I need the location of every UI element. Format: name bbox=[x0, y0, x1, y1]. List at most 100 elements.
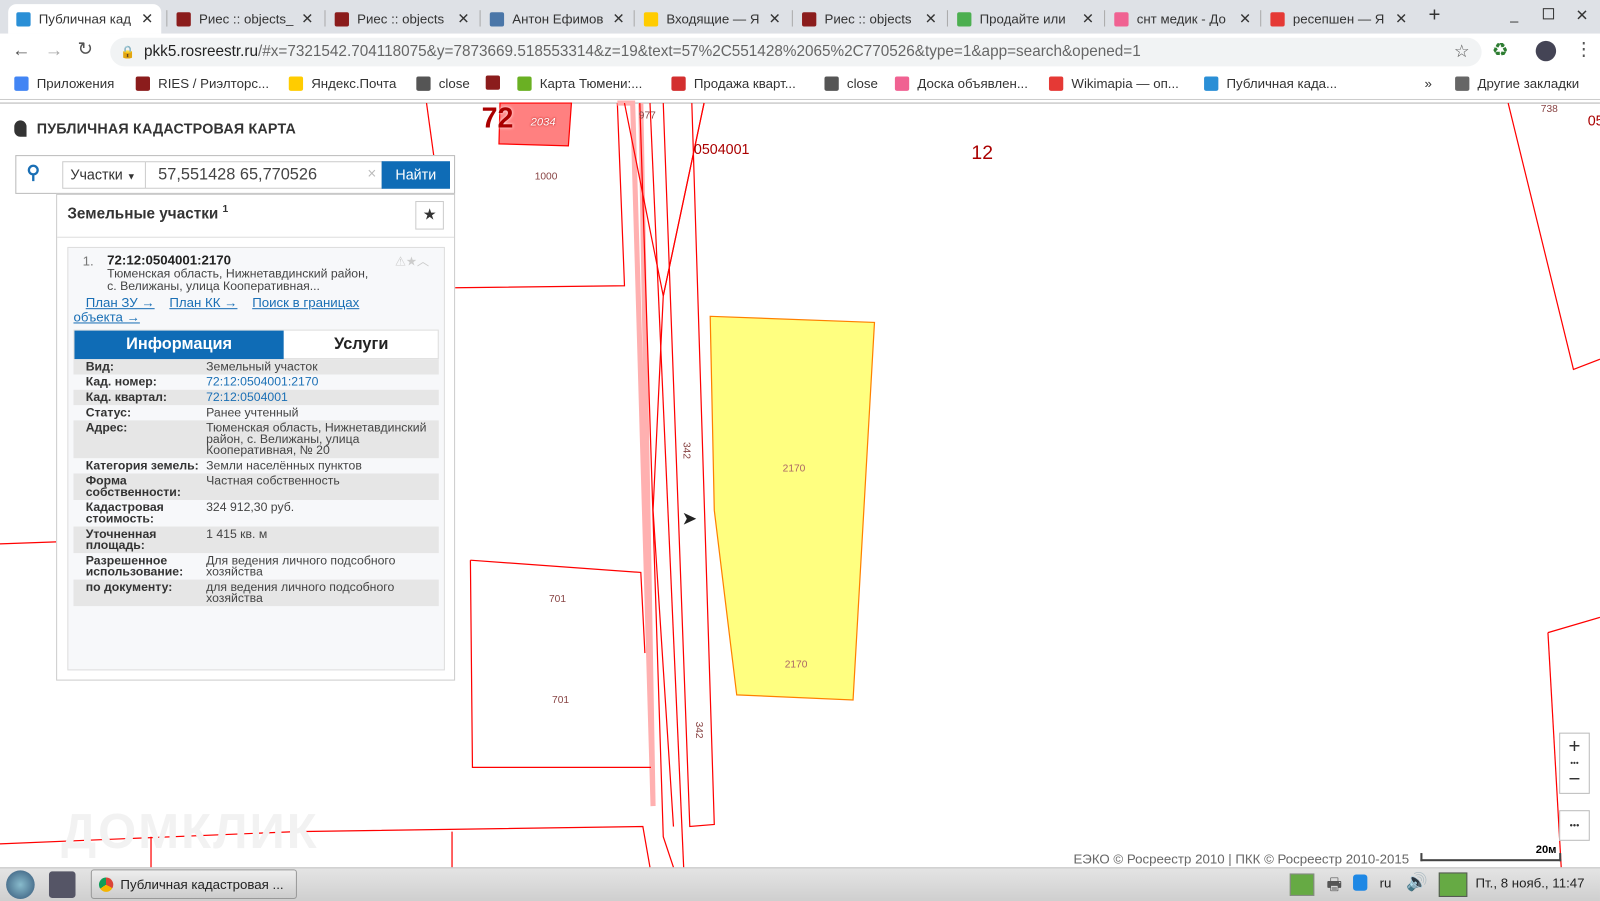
star-icon[interactable]: ★ bbox=[406, 254, 417, 268]
info-row: Категория земель: Земли населённых пункто… bbox=[73, 458, 438, 473]
bookmark-favicon-icon bbox=[1048, 76, 1064, 91]
info-value[interactable]: 72:12:0504001 bbox=[206, 391, 439, 403]
bookmark-star-icon[interactable]: ☆ bbox=[1454, 38, 1470, 67]
bookmark-favicon-icon bbox=[485, 75, 500, 90]
other-bookmarks-folder[interactable]: Другие закладки bbox=[1455, 76, 1579, 91]
zoom-out-button[interactable]: − bbox=[1560, 766, 1589, 793]
reload-icon[interactable]: ↻ bbox=[78, 39, 93, 60]
tab-information[interactable]: Информация bbox=[74, 330, 284, 360]
tab-close-icon[interactable]: ✕ bbox=[1239, 10, 1251, 27]
profile-avatar[interactable] bbox=[1535, 40, 1557, 62]
more-tools-button[interactable]: ••• bbox=[1559, 810, 1590, 841]
search-icon[interactable]: ⚲ bbox=[27, 162, 40, 183]
browser-tab[interactable]: Риес :: objects ✕ bbox=[327, 4, 478, 34]
address-bar[interactable]: 🔒 pkk5.rosreestr.ru/#x=7321542.704118075… bbox=[110, 37, 1482, 67]
calculator-icon[interactable] bbox=[48, 871, 76, 898]
caret-down-icon: ▼ bbox=[126, 171, 136, 182]
tab-services[interactable]: Услуги bbox=[284, 331, 439, 360]
results-title: Земельные участки 1 bbox=[67, 204, 229, 223]
plan-kk-link[interactable]: План КК → bbox=[169, 295, 237, 310]
bookmark-item[interactable]: Приложения bbox=[14, 76, 114, 91]
bookmark-favicon-icon bbox=[416, 76, 431, 91]
tab-favicon-icon bbox=[643, 11, 659, 27]
result-card: 1. 72:12:0504001:2170 ⚠★︿ Тюменская обла… bbox=[67, 246, 445, 671]
restore-button[interactable] bbox=[1542, 8, 1555, 20]
minimize-button[interactable]: _ bbox=[1510, 6, 1518, 22]
warning-icon[interactable]: ⚠ bbox=[395, 254, 406, 268]
tab-title: Продайте или bbox=[979, 11, 1066, 27]
info-key: Кадастровая стоимость: bbox=[85, 499, 164, 526]
tab-close-icon[interactable]: ✕ bbox=[1082, 10, 1094, 27]
browser-tab[interactable]: Риес :: objects ✕ bbox=[794, 4, 945, 34]
bookmark-item[interactable]: close bbox=[416, 76, 470, 91]
favorite-button[interactable]: ★ bbox=[415, 201, 444, 230]
browser-tab[interactable]: Публичная кад ✕ bbox=[8, 4, 162, 34]
recycle-extension-icon[interactable]: ♻ bbox=[1492, 40, 1508, 61]
bookmark-item[interactable]: RIES / Риэлторс... bbox=[135, 76, 269, 91]
bookmark-item[interactable]: Продажа кварт... bbox=[671, 76, 796, 91]
bookmark-item[interactable]: Яндекс.Почта bbox=[288, 76, 396, 91]
tab-close-icon[interactable]: ✕ bbox=[613, 10, 625, 27]
browser-tab[interactable]: Продайте или ✕ bbox=[949, 4, 1102, 34]
info-value: Ранее учтенный bbox=[206, 405, 299, 420]
browser-tab[interactable]: Риес :: objects_ ✕ bbox=[168, 4, 321, 34]
search-button[interactable]: Найти bbox=[381, 161, 450, 189]
start-button[interactable] bbox=[6, 870, 35, 899]
bookmark-item[interactable]: Wikimapia — оп... bbox=[1048, 75, 1179, 91]
parcel-label: 977 bbox=[638, 110, 656, 122]
search-input[interactable]: 57,551428 65,770526 bbox=[145, 161, 383, 189]
bookmark-item[interactable]: Карта Тюмени:... bbox=[517, 76, 642, 91]
desktop-icon[interactable] bbox=[1289, 873, 1315, 896]
keyboard-layout[interactable]: ru bbox=[1380, 876, 1392, 891]
info-value: Частная собственность bbox=[206, 473, 340, 488]
taskbar-window-chrome[interactable]: Публичная кадастровая ... bbox=[90, 869, 297, 899]
info-value[interactable]: 72:12:0504001:2170 bbox=[206, 376, 439, 388]
close-window-button[interactable]: ✕ bbox=[1575, 6, 1588, 24]
tab-separator bbox=[166, 10, 168, 27]
selected-parcel-2170[interactable] bbox=[709, 315, 876, 701]
parcel-label: 738 bbox=[1540, 104, 1558, 116]
menu-icon[interactable]: ⋮ bbox=[1574, 39, 1592, 60]
volume-icon[interactable]: 🔊 bbox=[1406, 872, 1428, 892]
browser-tab[interactable]: снт медик - До ✕ bbox=[1106, 4, 1259, 34]
info-table: Вид: Земельный участок Кад. номер: 72:12:05… bbox=[73, 359, 439, 607]
tab-close-icon[interactable]: ✕ bbox=[769, 10, 781, 27]
info-key: Разрешенное использование: bbox=[85, 553, 184, 579]
search-type-select[interactable]: Участки ▼ bbox=[62, 161, 146, 189]
results-count: 1 bbox=[222, 204, 229, 216]
bookmark-item[interactable]: Публичная када... bbox=[1204, 76, 1337, 91]
printer-icon[interactable]: 🖶 bbox=[1327, 873, 1342, 901]
network-icon[interactable] bbox=[1438, 872, 1468, 897]
browser-tab[interactable]: Входящие — Я ✕ bbox=[636, 4, 789, 34]
bookmark-label: Wikimapia — оп... bbox=[1071, 75, 1179, 91]
taskbar-window-title: Публичная кадастровая ... bbox=[120, 876, 284, 892]
result-cad-number[interactable]: 72:12:0504001:2170 bbox=[107, 252, 231, 267]
tab-close-icon[interactable]: ✕ bbox=[925, 10, 937, 27]
tab-separator bbox=[1260, 10, 1262, 27]
clock[interactable]: Пт., 8 нояб., 11:47 bbox=[1475, 876, 1584, 891]
parcel-label: 342 bbox=[680, 441, 692, 460]
info-row: Вид: Земельный участок bbox=[73, 359, 439, 375]
tab-close-icon[interactable]: ✕ bbox=[457, 10, 469, 27]
info-value: Земли населённых пунктов bbox=[206, 458, 362, 473]
browser-tab[interactable]: Антон Ефимов ✕ bbox=[482, 4, 633, 34]
new-tab-button[interactable]: + bbox=[1429, 4, 1441, 27]
bookmark-item[interactable]: Доска объявлен... bbox=[894, 76, 1028, 91]
bookmark-favicon-icon bbox=[671, 76, 686, 91]
teamviewer-icon[interactable] bbox=[1353, 874, 1368, 891]
bookmark-item[interactable]: close bbox=[824, 76, 878, 91]
tab-close-icon[interactable]: ✕ bbox=[141, 10, 153, 27]
back-icon[interactable]: ← bbox=[12, 40, 30, 61]
zoom-in-button[interactable]: + bbox=[1560, 734, 1589, 761]
plan-zu-link[interactable]: План ЗУ → bbox=[86, 295, 155, 310]
other-bookmarks-label: Другие закладки bbox=[1477, 75, 1580, 91]
result-tabs: Информация Услуги bbox=[73, 329, 439, 360]
tab-close-icon[interactable]: ✕ bbox=[301, 10, 313, 27]
forward-icon[interactable]: → bbox=[45, 40, 63, 61]
browser-tab[interactable]: ресепшен — Я ✕ bbox=[1262, 4, 1415, 34]
bookmark-item[interactable] bbox=[485, 75, 508, 90]
clear-search-button[interactable]: × bbox=[367, 165, 376, 182]
bookmarks-overflow-button[interactable]: » bbox=[1424, 76, 1431, 91]
tab-close-icon[interactable]: ✕ bbox=[1395, 10, 1407, 27]
chevron-up-icon[interactable]: ︿ bbox=[417, 254, 429, 268]
